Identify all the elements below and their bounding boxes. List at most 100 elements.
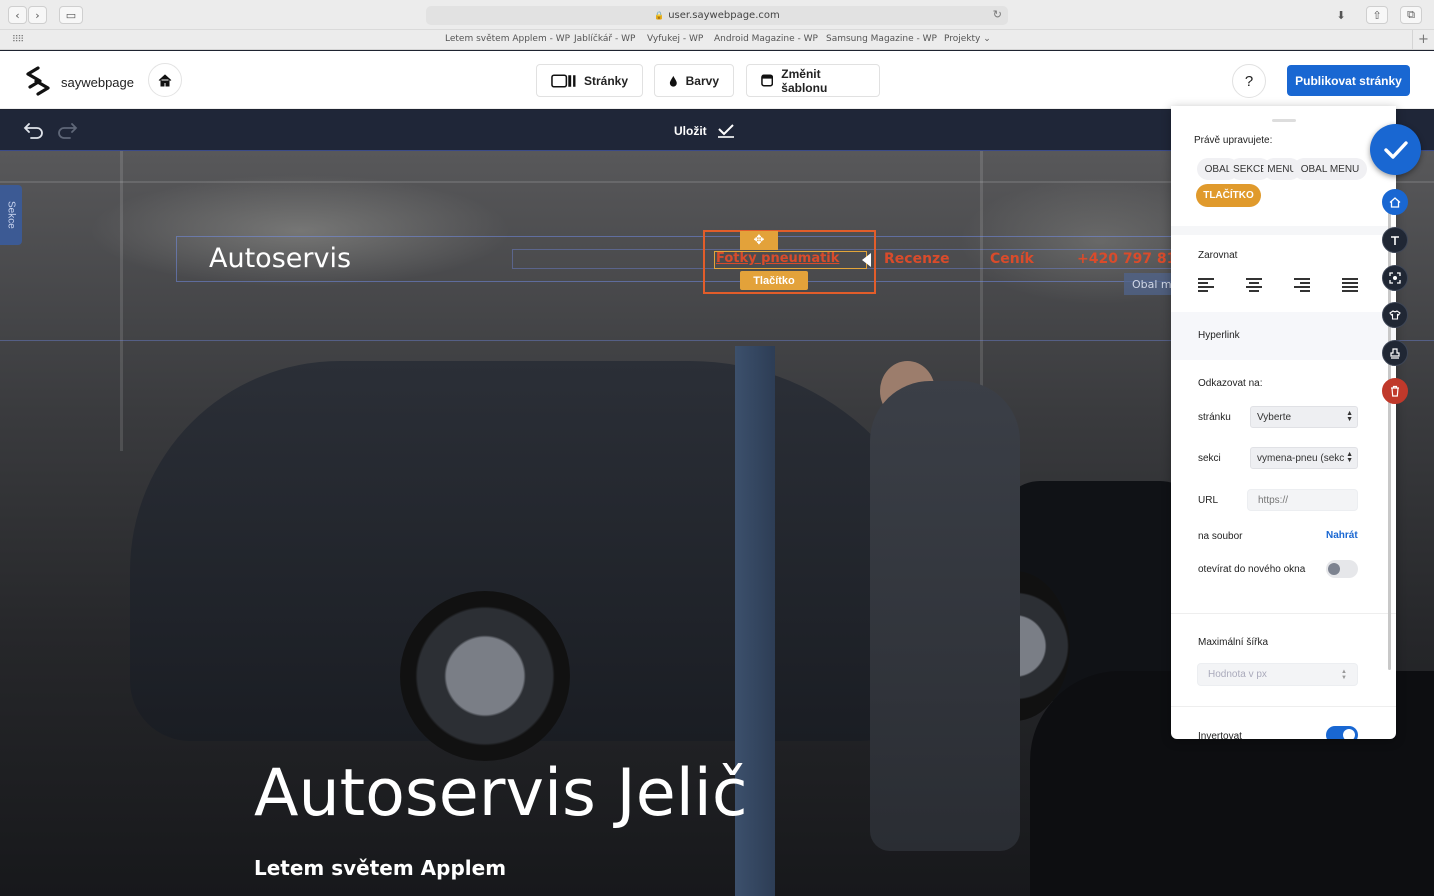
- bookmarks-bar: ⠿⠿ Letem světem Applem - WP Jablíčkář - …: [0, 30, 1434, 50]
- max-width-input[interactable]: Hodnota v px ▲ ▼: [1197, 663, 1358, 686]
- max-width-placeholder: Hodnota v px: [1208, 669, 1267, 680]
- grid-icon[interactable]: ⠿⠿: [12, 35, 24, 45]
- mechanic-figure: [870, 381, 1020, 851]
- confirm-button[interactable]: [1370, 124, 1421, 175]
- change-template-button[interactable]: Změnit šablonu: [746, 64, 880, 97]
- align-label: Zarovnat: [1198, 250, 1238, 261]
- section-select[interactable]: vymena-pneu (sekce) ▲ ▼: [1250, 447, 1358, 469]
- toggle-knob: [1328, 563, 1340, 575]
- select-arrows-icon: ▲ ▼: [1346, 410, 1353, 423]
- text-tool[interactable]: [1382, 227, 1408, 253]
- download-icon[interactable]: ⬇: [1330, 6, 1352, 24]
- divider: [1171, 226, 1396, 235]
- logo-text: saywebpage: [61, 74, 134, 90]
- share-icon[interactable]: ⇧: [1366, 6, 1388, 24]
- new-tab-icon[interactable]: +: [1412, 30, 1434, 50]
- nav-link-pricing[interactable]: Ceník: [990, 251, 1034, 267]
- style-tool[interactable]: [1382, 302, 1408, 328]
- save-label: Uložit: [674, 123, 707, 138]
- section-tab[interactable]: Sekce: [0, 185, 22, 245]
- bookmark-item[interactable]: Vyfukej - WP: [647, 34, 703, 44]
- nav-link-photos[interactable]: Fotky pneumatik: [716, 251, 839, 266]
- bookmark-item[interactable]: Jablíčkář - WP: [574, 34, 635, 44]
- bookmark-folder-label: Projekty: [944, 34, 981, 44]
- resize-handle-icon[interactable]: [862, 253, 871, 267]
- breadcrumb-menu-wrapper[interactable]: OBAL MENU: [1293, 158, 1367, 180]
- copy-tool[interactable]: [1382, 340, 1408, 366]
- colors-button[interactable]: Barvy: [654, 64, 734, 97]
- text-icon: [1391, 235, 1399, 245]
- url-input[interactable]: [1247, 489, 1358, 511]
- check-icon: [1383, 140, 1408, 159]
- home-tool[interactable]: [1382, 189, 1408, 215]
- align-center-icon[interactable]: [1246, 278, 1262, 292]
- section-select-value: vymena-pneu (sekce): [1257, 452, 1354, 464]
- toggle-knob: [1343, 729, 1355, 739]
- template-icon: [761, 74, 774, 87]
- redo-icon[interactable]: [55, 120, 79, 140]
- delete-tool[interactable]: [1382, 378, 1408, 404]
- hero-subtitle[interactable]: Letem světem Applem: [254, 856, 506, 880]
- page-select[interactable]: Vyberte ▲ ▼: [1250, 406, 1358, 428]
- upload-link[interactable]: Nahrát: [1326, 530, 1358, 541]
- home-icon: [158, 73, 172, 86]
- wheel-image: [400, 591, 570, 761]
- logo-icon: [26, 66, 50, 96]
- max-width-label: Maximální šířka: [1198, 637, 1269, 648]
- invert-toggle[interactable]: [1326, 726, 1358, 739]
- site-brand[interactable]: Autoservis: [209, 243, 351, 274]
- page-label: stránku: [1198, 412, 1231, 423]
- divider: [1171, 613, 1396, 614]
- shirt-icon: [1389, 310, 1401, 320]
- undo-icon[interactable]: [22, 120, 46, 140]
- bookmark-item[interactable]: Samsung Magazine - WP: [826, 34, 937, 44]
- tabs-icon[interactable]: ⧉: [1400, 6, 1422, 24]
- pages-button[interactable]: Stránky: [536, 64, 643, 97]
- trash-icon: [1391, 385, 1399, 397]
- forward-icon[interactable]: ›: [28, 6, 47, 24]
- address-bar[interactable]: 🔒 user.saywebpage.com ↻: [426, 6, 1008, 25]
- colors-label: Barvy: [685, 73, 719, 88]
- url-label: URL: [1198, 495, 1219, 506]
- app-header: saywebpage Stránky Barvy Změnit šablonu …: [0, 51, 1434, 109]
- breadcrumb-button-active[interactable]: TLAČÍTKO: [1196, 184, 1261, 207]
- move-icon[interactable]: ✥: [740, 231, 778, 250]
- invert-label: Invertovat: [1198, 731, 1242, 739]
- publish-button[interactable]: Publikovat stránky: [1287, 65, 1410, 96]
- bookmark-item[interactable]: Letem světem Applem - WP: [445, 34, 570, 44]
- pages-icon: [551, 73, 576, 88]
- stepper-icon[interactable]: ▲ ▼: [1341, 669, 1347, 681]
- settings-panel: Právě upravujete: OBAL SEKCE MENU OBAL M…: [1171, 106, 1396, 739]
- bookmark-item[interactable]: Android Magazine - WP: [714, 34, 818, 44]
- select-arrows-icon: ▲ ▼: [1344, 451, 1353, 464]
- home-icon: [1389, 196, 1401, 208]
- template-label: Změnit šablonu: [781, 66, 828, 95]
- hero-title[interactable]: Autoservis Jelič: [254, 756, 748, 831]
- divider: [1171, 706, 1396, 707]
- url-text: user.saywebpage.com: [668, 10, 780, 21]
- element-type-tag: Tlačítko: [740, 271, 808, 290]
- panel-drag-handle[interactable]: [1272, 119, 1296, 122]
- help-button[interactable]: ?: [1232, 64, 1266, 98]
- section-label: sekci: [1198, 453, 1221, 464]
- page-select-value: Vyberte: [1257, 411, 1292, 423]
- sidebar-icon[interactable]: ▭: [59, 6, 83, 24]
- back-icon[interactable]: ‹: [8, 6, 27, 24]
- file-label: na soubor: [1198, 531, 1243, 542]
- stamp-icon: [1390, 348, 1400, 359]
- drop-icon: [669, 75, 677, 87]
- logo[interactable]: saywebpage: [22, 64, 134, 98]
- home-button[interactable]: [148, 63, 182, 97]
- hyperlink-label: Hyperlink: [1198, 330, 1240, 341]
- reload-icon[interactable]: ↻: [993, 8, 1002, 21]
- align-right-icon[interactable]: [1294, 278, 1310, 292]
- bookmark-folder[interactable]: Projekty ⌄: [944, 34, 991, 44]
- nav-link-reviews[interactable]: Recenze: [884, 251, 950, 267]
- media-tool[interactable]: [1382, 265, 1408, 291]
- save-button[interactable]: Uložit: [674, 123, 735, 138]
- editing-label: Právě upravujete:: [1194, 135, 1273, 146]
- align-justify-icon[interactable]: [1342, 278, 1358, 292]
- new-window-toggle[interactable]: [1326, 560, 1358, 578]
- check-icon: [717, 124, 734, 138]
- align-left-icon[interactable]: [1198, 278, 1214, 292]
